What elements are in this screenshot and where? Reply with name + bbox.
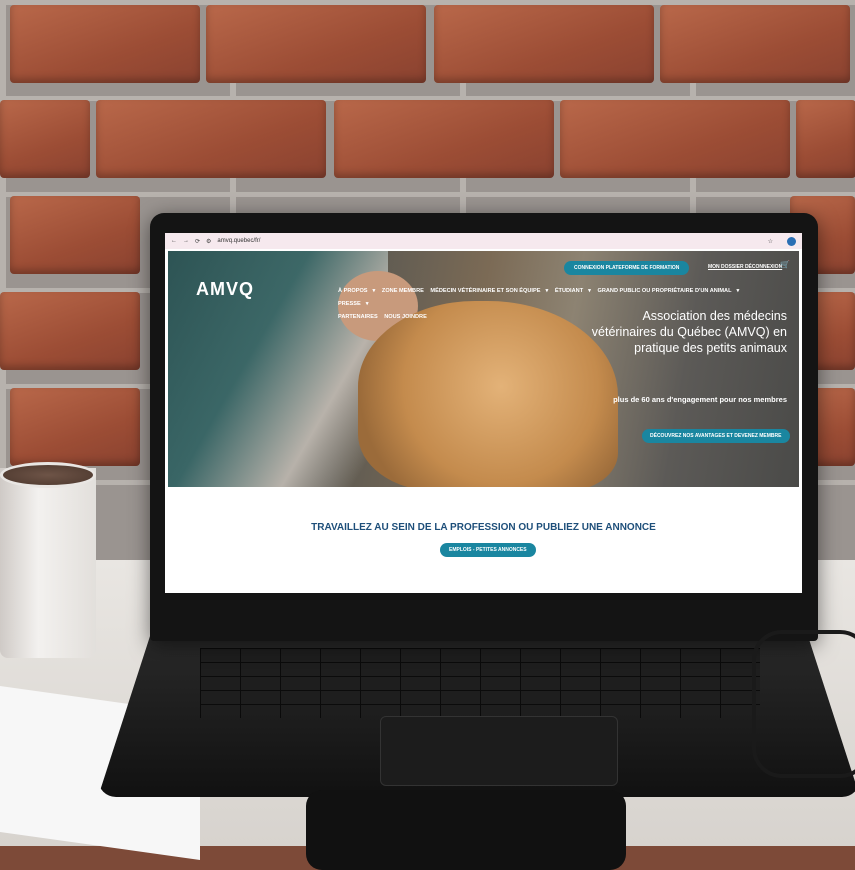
nav-dropdown-icon: ▾ xyxy=(365,301,369,307)
nav-dropdown-icon: ▾ xyxy=(372,288,376,294)
brick xyxy=(10,196,140,274)
brick xyxy=(334,100,554,178)
brick xyxy=(434,5,654,83)
jobs-button[interactable]: EMPLOIS - PETITES ANNONCES xyxy=(440,543,536,557)
coffee-mug xyxy=(0,468,96,658)
jobs-section-title: TRAVAILLEZ AU SEIN DE LA PROFESSION OU P… xyxy=(311,522,656,533)
nav-item-zone-membre[interactable]: ZONE MEMBRE xyxy=(382,288,424,294)
nav-dropdown-icon: ▾ xyxy=(588,288,591,294)
hero-title: Association des médecins vétérinaires du… xyxy=(591,309,787,355)
become-member-button[interactable]: DÉCOUVREZ NOS AVANTAGES ET DEVENEZ MEMBR… xyxy=(642,429,790,443)
coffee-mug-top xyxy=(0,462,96,488)
reload-icon[interactable]: ⟳ xyxy=(195,238,200,245)
laptop-trackpad xyxy=(380,716,618,786)
address-bar[interactable]: amvq.quebec/fr/ xyxy=(217,238,260,244)
brick xyxy=(10,388,140,466)
hero-banner: AMVQ CONNEXION PLATEFORME DE FORMATION M… xyxy=(168,251,799,487)
nav-item-presse[interactable]: PRESSE xyxy=(338,301,361,307)
nav-item-medecin-veterinaire[interactable]: MÉDECIN VÉTÉRINAIRE ET SON ÉQUIPE xyxy=(430,288,540,294)
nav-item-a-propos[interactable]: À PROPOS xyxy=(338,288,368,294)
cart-icon[interactable]: 🛒 xyxy=(780,260,790,269)
brick xyxy=(206,5,426,83)
brick xyxy=(660,5,850,83)
laptop-screen: ← → ⟳ ⚙ amvq.quebec/fr/ ☆ AMVQ CONNEXION… xyxy=(165,233,802,593)
brick xyxy=(0,100,90,178)
brick xyxy=(796,100,855,178)
brick xyxy=(10,5,200,83)
back-icon[interactable]: ← xyxy=(171,238,177,244)
dog-image xyxy=(358,301,618,487)
eyeglasses xyxy=(752,630,855,778)
training-platform-login-button[interactable]: CONNEXION PLATEFORME DE FORMATION xyxy=(564,261,690,275)
hero-subtitle: plus de 60 ans d'engagement pour nos mem… xyxy=(613,395,787,404)
forward-icon[interactable]: → xyxy=(183,238,189,244)
brick xyxy=(0,292,140,370)
bookmark-star-icon[interactable]: ☆ xyxy=(768,238,773,245)
site-logo[interactable]: AMVQ xyxy=(196,279,254,300)
nav-dropdown-icon: ▾ xyxy=(545,288,549,294)
nav-dropdown-icon: ▾ xyxy=(736,288,740,294)
laptop-keyboard xyxy=(200,648,760,718)
profile-avatar[interactable] xyxy=(787,236,796,246)
nav-item-partenaires[interactable]: PARTENAIRES xyxy=(338,314,378,320)
nav-item-grand-public[interactable]: GRAND PUBLIC OU PROPRIÉTAIRE D'UN ANIMAL xyxy=(597,288,731,294)
brick xyxy=(560,100,790,178)
browser-toolbar: ← → ⟳ ⚙ amvq.quebec/fr/ ☆ xyxy=(165,233,802,249)
account-links[interactable]: MON DOSSIER DÉCONNEXION xyxy=(708,264,782,270)
nav-item-nous-joindre[interactable]: NOUS JOINDRE xyxy=(384,314,427,320)
nav-item-etudiant[interactable]: ÉTUDIANT xyxy=(555,288,583,294)
site-info-icon[interactable]: ⚙ xyxy=(206,238,211,245)
smartphone xyxy=(306,790,626,870)
brick xyxy=(96,100,326,178)
